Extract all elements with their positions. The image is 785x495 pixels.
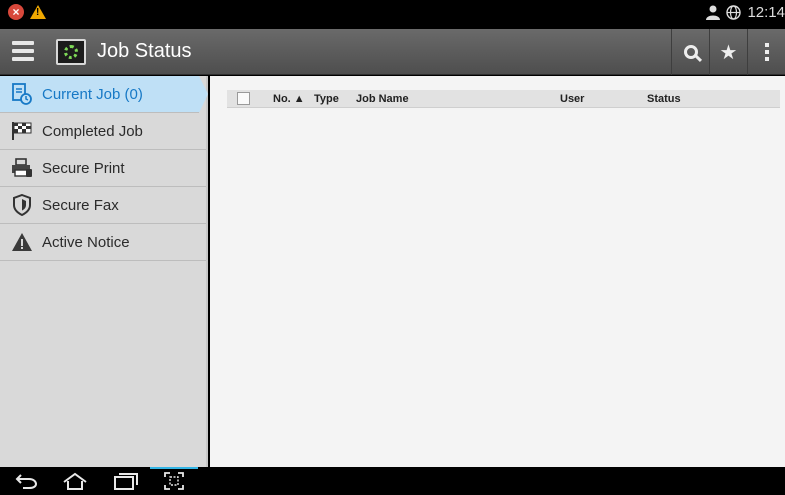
sidebar: Current Job (0) Completed Job Secure Pri… [0,76,208,467]
app-bar: Job Status ★ [0,29,785,75]
sidebar-item-active-notice[interactable]: Active Notice [0,224,206,261]
back-icon [15,474,38,489]
select-all-checkbox[interactable] [237,92,250,105]
current-job-icon [11,83,33,105]
search-button[interactable] [671,29,709,75]
job-table-panel: No. ▲ Type Job Name User Status [210,76,785,467]
status-time: 12:14 [747,4,785,21]
sidebar-item-label: Current Job (0) [42,85,143,103]
sidebar-item-label: Completed Job [42,122,143,140]
menu-icon[interactable] [12,41,34,61]
recent-apps-button[interactable] [112,470,140,492]
page-title: Job Status [97,40,192,62]
checkered-flag-icon [11,120,33,142]
globe-icon [726,5,742,20]
shield-icon [11,194,33,216]
sidebar-item-label: Secure Fax [42,196,119,214]
favorite-button[interactable]: ★ [709,29,747,75]
column-header-job-name[interactable]: Job Name [356,93,409,105]
column-header-status[interactable]: Status [647,93,681,105]
overflow-menu-button[interactable] [747,29,785,75]
recent-apps-icon [114,473,138,490]
search-icon [683,45,698,59]
column-header-user[interactable]: User [560,93,584,105]
warning-icon [11,231,33,253]
star-icon: ★ [719,41,738,64]
screenshot-button[interactable] [160,470,188,492]
sidebar-item-label: Secure Print [42,159,125,177]
sidebar-item-secure-print[interactable]: Secure Print [0,150,206,187]
error-icon[interactable]: × [8,4,24,20]
overflow-menu-icon [764,43,769,61]
sidebar-item-current-job[interactable]: Current Job (0) [0,76,208,113]
sidebar-item-completed-job[interactable]: Completed Job [0,113,206,150]
status-bar: × 12:14 [0,0,785,29]
home-icon [63,472,87,490]
warning-icon[interactable] [30,5,46,19]
job-status-app-icon [56,39,86,65]
back-button[interactable] [14,470,40,492]
screenshot-icon [164,472,184,490]
home-button[interactable] [60,470,90,492]
active-indicator [150,467,198,469]
sidebar-item-secure-fax[interactable]: Secure Fax [0,187,206,224]
table-header: No. ▲ Type Job Name User Status [227,90,780,108]
printer-icon [11,157,33,179]
sidebar-item-label: Active Notice [42,233,130,251]
column-header-type[interactable]: Type [314,93,339,105]
navigation-bar [0,467,785,495]
column-header-no[interactable]: No. ▲ [273,93,305,105]
user-icon [706,5,721,20]
